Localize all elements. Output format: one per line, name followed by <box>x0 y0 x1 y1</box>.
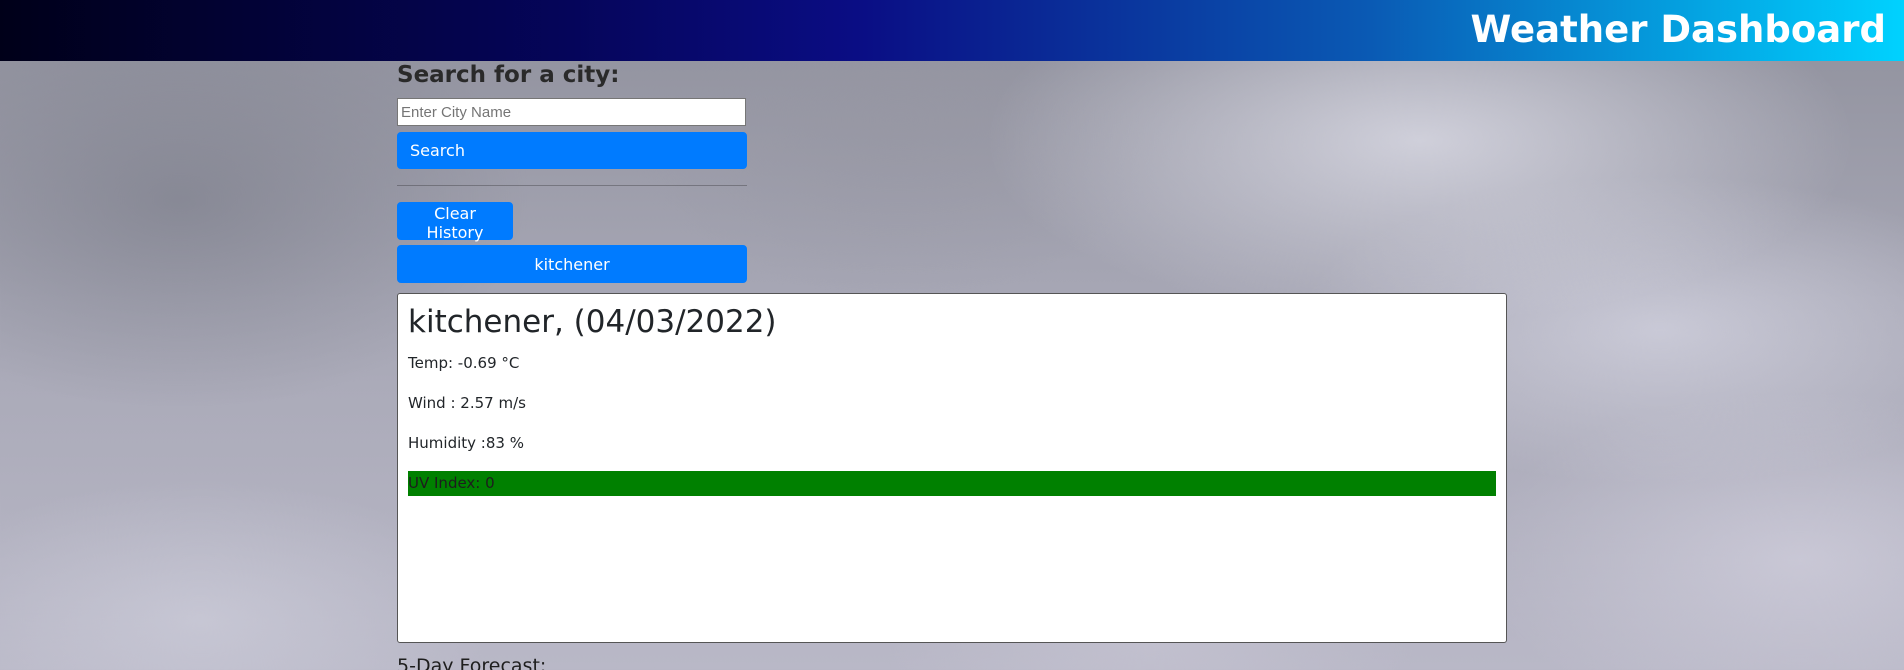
current-weather-card: kitchener, (04/03/2022) Temp: -0.69 °C W… <box>397 293 1507 643</box>
wind-value: Wind : 2.57 m/s <box>408 394 526 412</box>
search-button[interactable]: Search <box>397 132 747 169</box>
forecast-heading: 5-Day Forecast: <box>397 655 547 670</box>
page-title: Weather Dashboard <box>1470 8 1886 51</box>
page-header: Weather Dashboard <box>0 0 1904 61</box>
current-weather-title: kitchener, (04/03/2022) <box>408 304 777 340</box>
clear-history-button[interactable]: Clear History <box>397 202 513 242</box>
divider <box>397 185 747 186</box>
humidity-value: Humidity :83 % <box>408 434 524 452</box>
search-heading: Search for a city: <box>397 62 620 88</box>
uv-index-badge: UV Index: 0 <box>408 471 1496 496</box>
history-item-kitchener[interactable]: kitchener <box>397 245 747 283</box>
temperature-value: Temp: -0.69 °C <box>408 354 520 372</box>
city-search-input[interactable] <box>397 98 746 126</box>
